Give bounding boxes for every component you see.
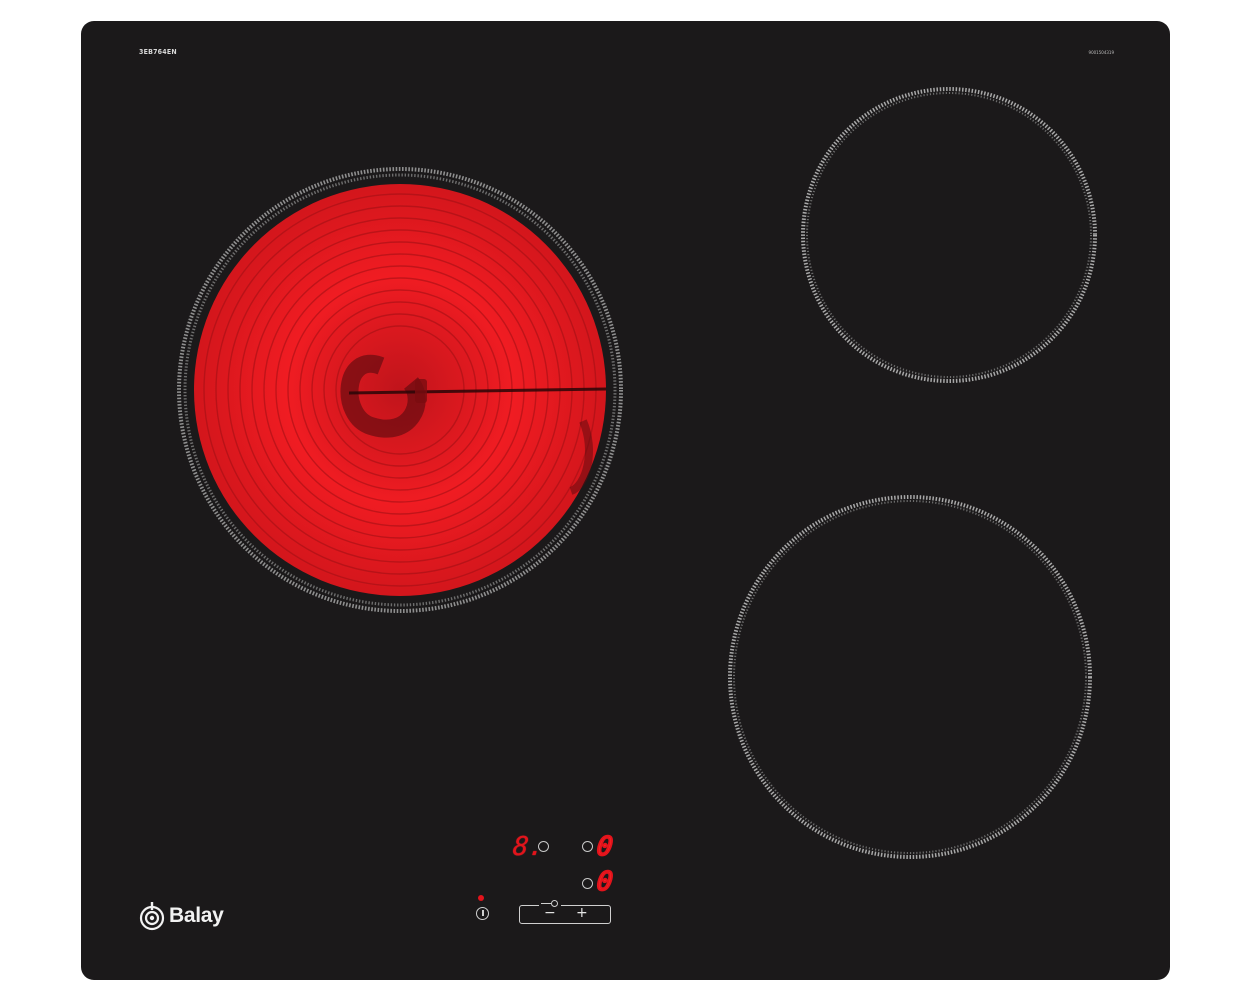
sensor-clip xyxy=(415,379,427,403)
ceramic-hob: 3EB764EN 9001504319 8. 0 0 − + Balay xyxy=(81,21,1170,980)
cooking-zones xyxy=(177,87,1097,859)
brand-logo: Balay xyxy=(139,901,224,931)
balay-flame-icon xyxy=(139,902,165,931)
zone-select-front-right-indicator[interactable] xyxy=(582,878,593,889)
zone-rear-right xyxy=(801,87,1097,383)
zone-front-left xyxy=(177,167,623,613)
power-led xyxy=(478,895,484,901)
power-icon[interactable] xyxy=(476,907,489,920)
display-zone-front-right: 0 xyxy=(594,866,615,898)
display-zone-rear-right: 0 xyxy=(594,831,615,863)
zone-select-front-left-indicator[interactable] xyxy=(538,841,549,852)
brand-name: Balay xyxy=(169,904,224,927)
plus-button[interactable]: + xyxy=(576,905,588,922)
zone-select-rear-right-indicator[interactable] xyxy=(582,841,593,852)
power-slider[interactable]: − + xyxy=(519,905,611,924)
key-lock-icon[interactable] xyxy=(539,900,561,908)
zone-front-right xyxy=(728,495,1092,859)
